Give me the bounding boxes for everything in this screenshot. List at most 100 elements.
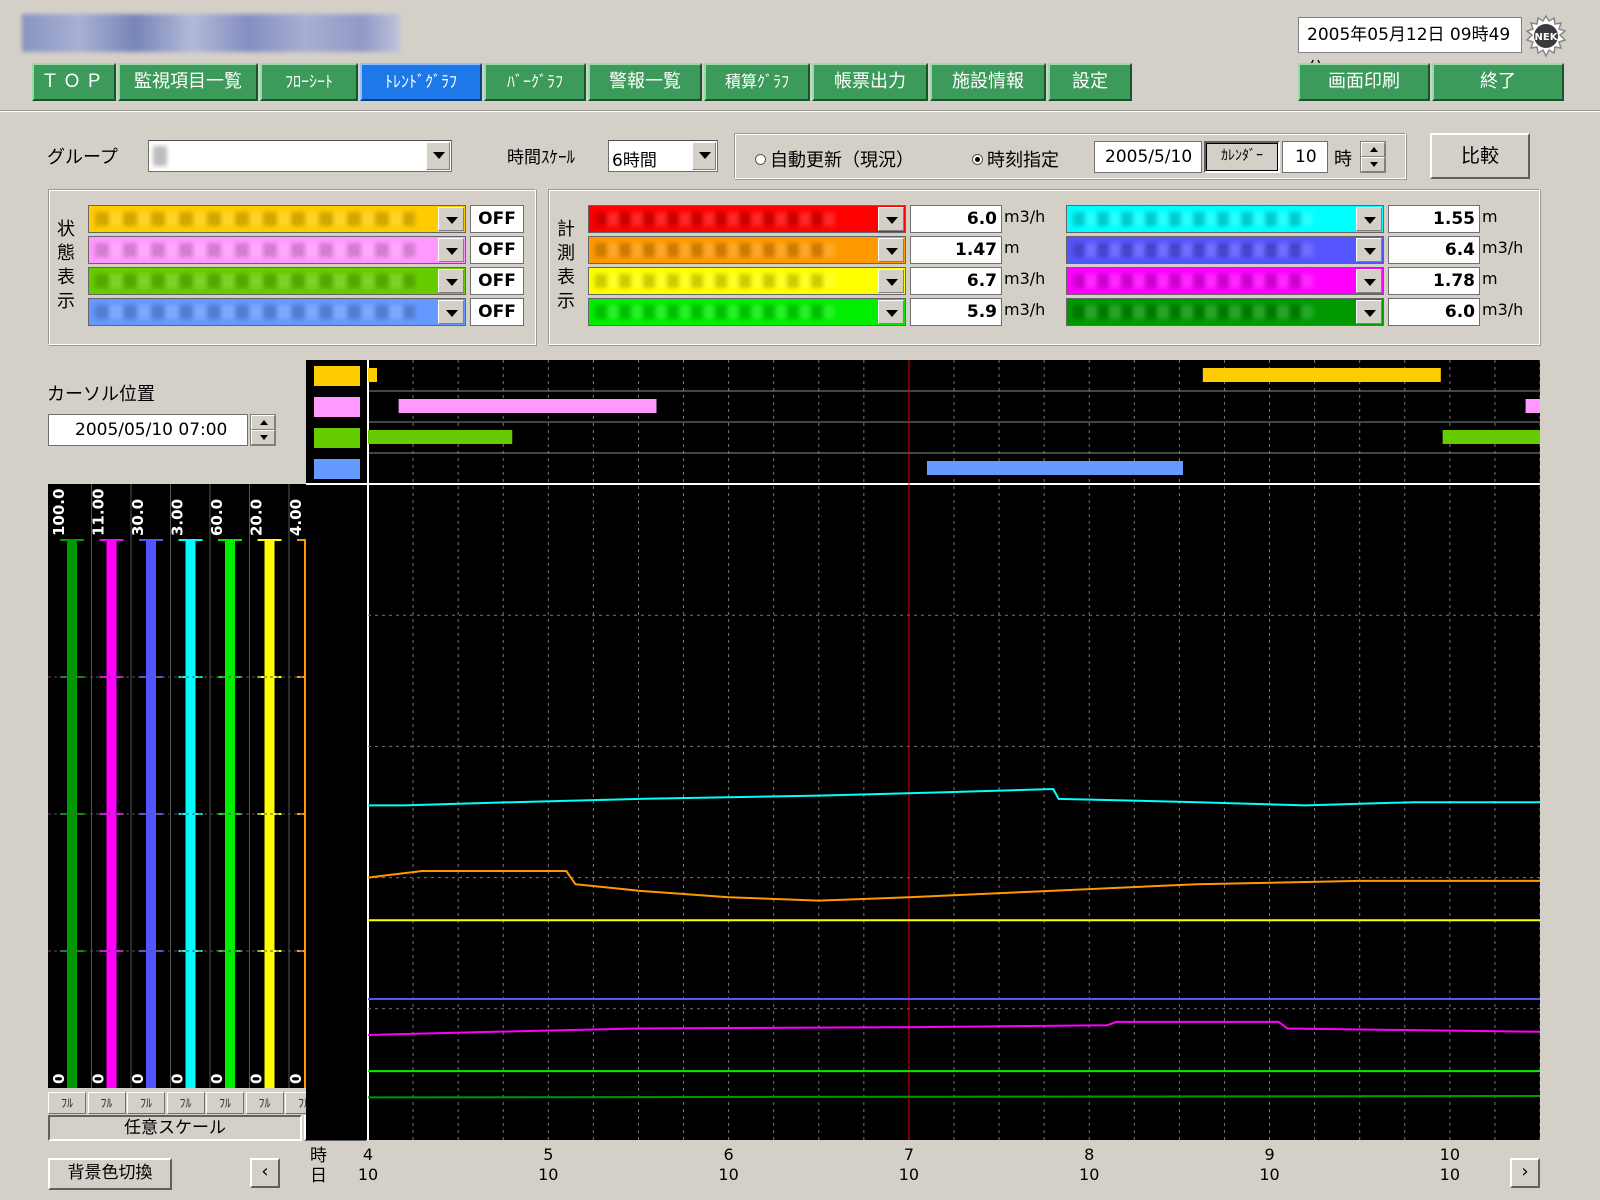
measure-signal-select[interactable]	[588, 236, 906, 264]
facility-logo	[22, 14, 400, 52]
status-span	[1202, 368, 1441, 382]
signal-name-blur	[595, 305, 835, 319]
exit-button[interactable]: 終了	[1432, 63, 1564, 101]
nav-tab-4[interactable]: ﾊﾞｰｸﾞﾗﾌ	[484, 63, 586, 101]
measure-value: 1.47	[910, 236, 1002, 264]
measure-value: 1.78	[1388, 267, 1480, 295]
measure-signal-select[interactable]	[1066, 267, 1384, 295]
auto-update-radio[interactable]	[755, 153, 766, 165]
measure-signal-select[interactable]	[1066, 205, 1384, 233]
chevron-down-icon[interactable]	[1356, 207, 1382, 231]
header-divider	[0, 110, 1600, 112]
chevron-down-icon[interactable]	[1356, 269, 1382, 293]
measure-signal-select[interactable]	[588, 298, 906, 326]
scale-min-label: 0	[208, 1074, 226, 1084]
chevron-down-icon[interactable]	[438, 207, 464, 231]
status-span	[926, 461, 1183, 475]
nav-tab-1[interactable]: 監視項目一覧	[118, 63, 258, 101]
chevron-down-icon[interactable]	[438, 238, 464, 262]
nav-tab-7[interactable]: 帳票出力	[812, 63, 928, 101]
chevron-down-icon[interactable]	[426, 142, 450, 170]
panel-title-char: 示	[557, 291, 575, 312]
nav-tab-9[interactable]: 設定	[1048, 63, 1132, 101]
measure-signal-select[interactable]	[1066, 236, 1384, 264]
measure-value: 6.0	[910, 205, 1002, 233]
spin-down-icon[interactable]	[1361, 157, 1385, 172]
status-signal-select[interactable]	[88, 267, 466, 295]
timescale-select[interactable]: 6時間	[608, 140, 718, 172]
chevron-down-icon[interactable]	[438, 269, 464, 293]
chevron-down-icon[interactable]	[878, 207, 904, 231]
full-scale-button[interactable]: ﾌﾙ	[206, 1092, 244, 1114]
print-screen-button[interactable]: 画面印刷	[1298, 63, 1430, 101]
chevron-down-icon[interactable]	[1356, 300, 1382, 324]
measure-signal-select[interactable]	[588, 267, 906, 295]
hour-spinner[interactable]	[1360, 141, 1386, 173]
nav-tab-6[interactable]: 積算ｸﾞﾗﾌ	[704, 63, 810, 101]
measure-signal-select[interactable]	[588, 205, 906, 233]
panel-title-char: 状	[57, 219, 75, 240]
scale-max-label: 100.0	[50, 489, 68, 536]
time-spec-radio[interactable]	[972, 153, 983, 165]
full-scale-button[interactable]: ﾌﾙ	[166, 1092, 205, 1114]
time-spec-option[interactable]: 時刻指定	[972, 146, 1059, 172]
calendar-button[interactable]: ｶﾚﾝﾀﾞｰ	[1204, 141, 1280, 173]
measure-unit: m3/h	[1004, 207, 1046, 226]
status-signal-select[interactable]	[88, 236, 466, 264]
scroll-right-button[interactable]: ›	[1510, 1158, 1540, 1188]
x-tick-day: 10	[1079, 1165, 1100, 1184]
spin-up-icon[interactable]	[251, 415, 275, 430]
chevron-down-icon[interactable]	[1356, 238, 1382, 262]
full-scale-button[interactable]: ﾌﾙ	[48, 1092, 86, 1114]
signal-name-blur	[95, 305, 415, 319]
chevron-down-icon[interactable]	[878, 300, 904, 324]
group-select[interactable]	[148, 140, 452, 172]
x-tick-hour: 4	[362, 1145, 374, 1164]
scale-max-label: 4.00	[287, 499, 305, 536]
full-scale-button[interactable]: ﾌﾙ	[87, 1092, 126, 1114]
signal-name-blur	[1073, 274, 1313, 288]
spin-down-icon[interactable]	[251, 430, 275, 445]
auto-update-option[interactable]: 自動更新（現況）	[755, 146, 914, 172]
spin-up-icon[interactable]	[1361, 142, 1385, 157]
background-toggle-button[interactable]: 背景色切換	[48, 1158, 172, 1190]
full-scale-button[interactable]: ﾌﾙ	[245, 1092, 284, 1114]
chevron-left-icon: ‹	[261, 1161, 269, 1182]
measure-value: 1.55	[1388, 205, 1480, 233]
scale-axis: 11.00 0	[90, 484, 124, 1088]
chevron-down-icon[interactable]	[692, 142, 716, 170]
scroll-left-button[interactable]: ‹	[250, 1158, 280, 1188]
chevron-down-icon[interactable]	[878, 238, 904, 262]
scale-max-label: 20.0	[248, 499, 266, 536]
signal-name-blur	[595, 274, 835, 288]
time-spec-label: 時刻指定	[987, 150, 1059, 171]
current-datetime: 2005年05月12日 09時49分	[1298, 17, 1522, 79]
nav-tab-2[interactable]: ﾌﾛｰｼｰﾄ	[260, 63, 358, 101]
measure-signal-select[interactable]	[1066, 298, 1384, 326]
chevron-down-icon[interactable]	[878, 269, 904, 293]
status-signal-select[interactable]	[88, 205, 466, 233]
chevron-down-icon[interactable]	[438, 300, 464, 324]
scale-axis: 20.00	[248, 484, 282, 1088]
status-signal-select[interactable]	[88, 298, 466, 326]
trend-chart-svg[interactable]	[306, 360, 1541, 1140]
nav-tab-3[interactable]: ﾄﾚﾝﾄﾞｸﾞﾗﾌ	[360, 63, 482, 101]
nav-tab-0[interactable]: ＴＯＰ	[32, 63, 116, 101]
signal-name-blur	[595, 212, 835, 226]
full-scale-button[interactable]: ﾌﾙ	[127, 1092, 165, 1114]
hour-input[interactable]: 10	[1282, 141, 1328, 173]
compare-button[interactable]: 比較	[1430, 133, 1530, 179]
trend-chart[interactable]	[306, 360, 1541, 1140]
nav-tab-8[interactable]: 施設情報	[930, 63, 1046, 101]
signal-name-blur	[1073, 243, 1313, 257]
cursor-spinner[interactable]	[250, 414, 276, 446]
x-tick-hour: 8	[1084, 1145, 1095, 1164]
status-panel-title: 状態表示	[56, 218, 76, 314]
cursor-position-input[interactable]: 2005/05/10 07:00	[48, 414, 248, 446]
date-input[interactable]: 2005/5/10	[1094, 141, 1202, 173]
auto-update-label: 自動更新（現況）	[770, 150, 914, 171]
x-tick-hour: 7	[903, 1145, 915, 1164]
measure-unit: m	[1482, 207, 1498, 226]
nav-tab-5[interactable]: 警報一覧	[588, 63, 702, 101]
custom-scale-label: 任意スケール	[48, 1115, 302, 1141]
